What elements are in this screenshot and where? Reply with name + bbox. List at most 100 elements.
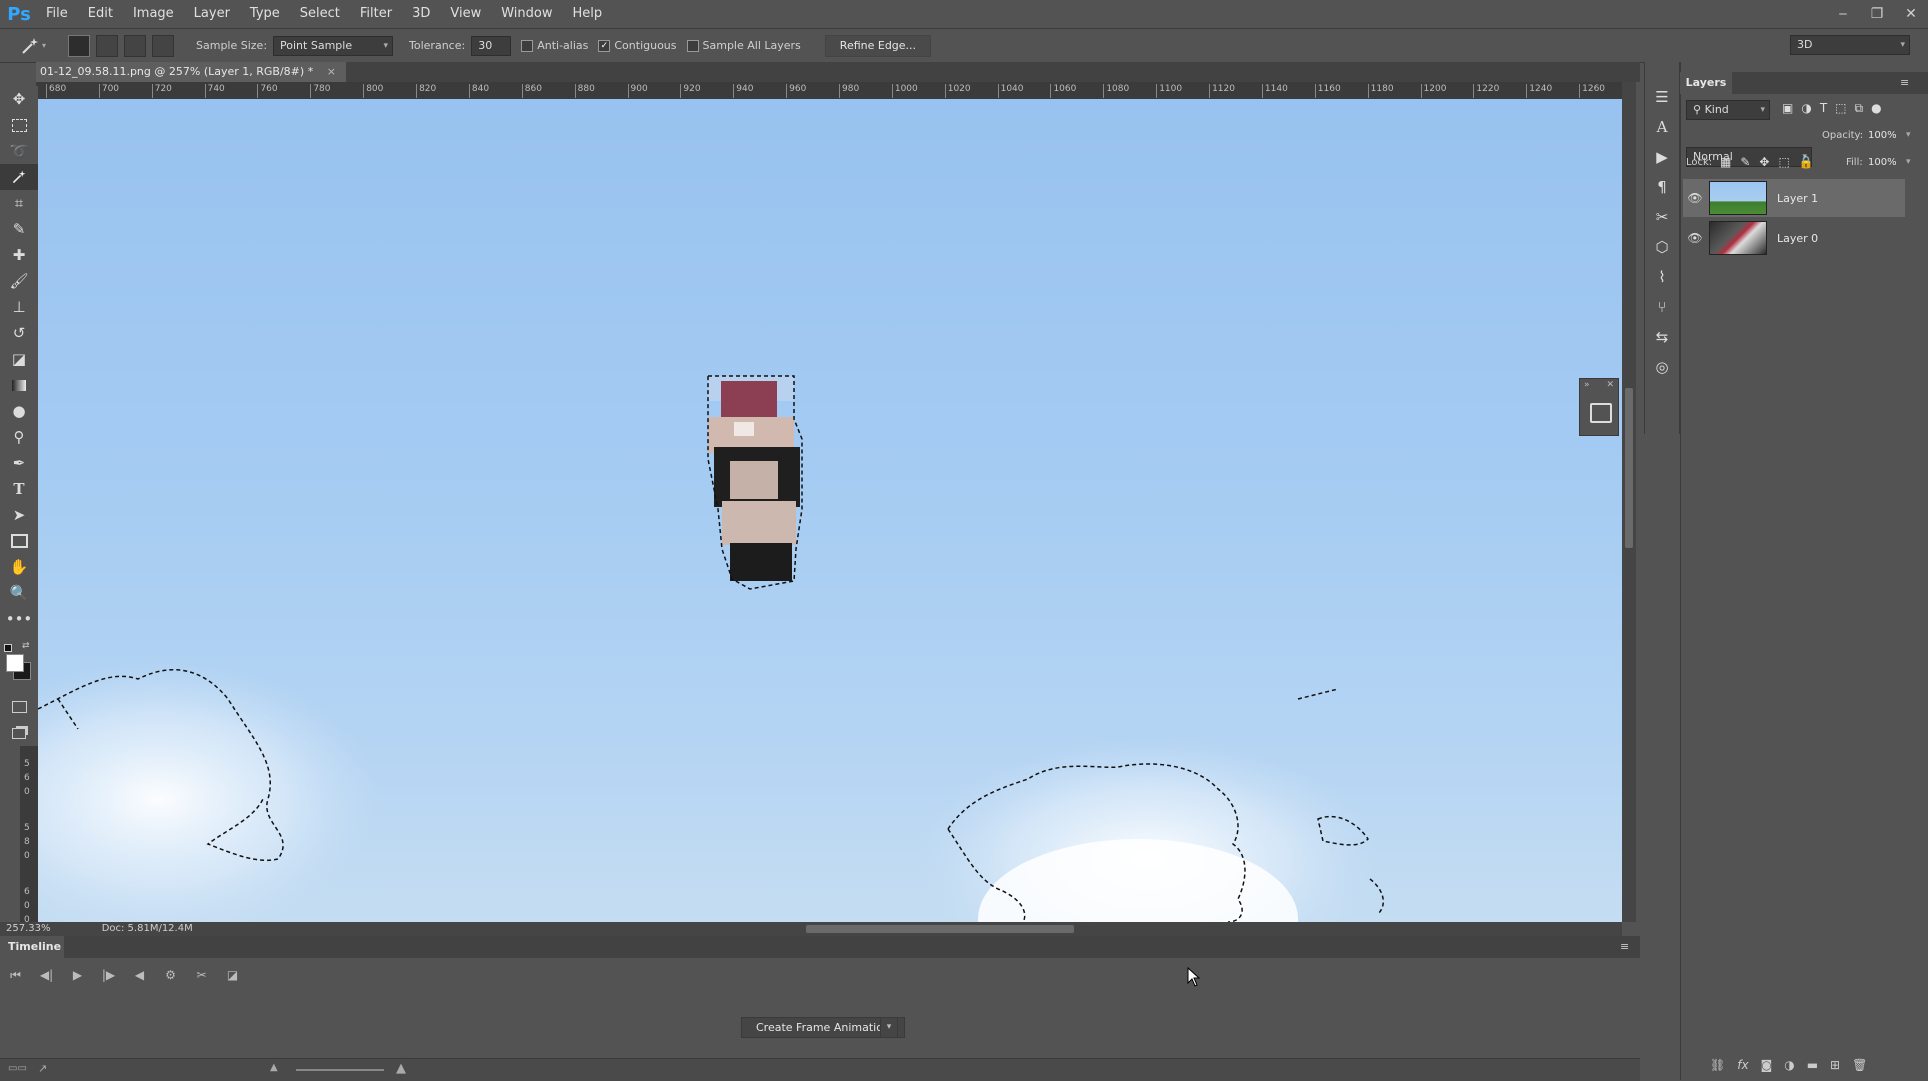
menu-help[interactable]: Help xyxy=(563,0,613,28)
foreground-color-swatch[interactable] xyxy=(6,654,24,672)
lock-all-icon[interactable]: 🔒 xyxy=(1799,155,1814,169)
zoom-slider[interactable] xyxy=(296,1069,384,1071)
marquee-tool[interactable] xyxy=(0,112,38,138)
smart-object-filter-icon[interactable]: ⧉ xyxy=(1855,101,1864,116)
sample-size-select[interactable]: Point Sample ▾ xyxy=(273,35,394,56)
menu-type[interactable]: Type xyxy=(240,0,290,28)
vertical-scroll-thumb[interactable] xyxy=(1625,388,1633,548)
eraser-tool[interactable]: ◪ xyxy=(0,346,38,372)
menu-file[interactable]: File xyxy=(36,0,78,28)
first-frame-icon[interactable]: ⏮ xyxy=(0,968,31,983)
healing-brush-tool[interactable]: ✚ xyxy=(0,242,38,268)
next-frame-icon[interactable]: |▶ xyxy=(93,968,124,982)
timeline-tab[interactable]: Timeline xyxy=(0,936,64,958)
layer-row[interactable]: 👁 Layer 1 xyxy=(1683,179,1905,217)
settings-icon[interactable]: ⚙ xyxy=(155,968,186,982)
restore-button[interactable]: ❐ xyxy=(1860,0,1894,28)
panel-menu-icon[interactable]: ≡ xyxy=(1620,940,1629,953)
sample-all-layers-checkbox[interactable]: Sample All Layers xyxy=(686,39,801,52)
document-canvas[interactable] xyxy=(38,99,1622,922)
type-tool[interactable]: T xyxy=(0,476,38,502)
fill-value[interactable]: 100% xyxy=(1868,157,1897,168)
panel-menu-icon[interactable]: ≡ xyxy=(1900,76,1909,89)
fx-icon[interactable]: fx xyxy=(1737,1058,1748,1072)
menu-edit[interactable]: Edit xyxy=(78,0,123,28)
tool-presets-icon[interactable]: ✂ xyxy=(1645,202,1679,232)
path-selection-tool[interactable]: ➤ xyxy=(0,502,38,528)
minimize-button[interactable]: ‒ xyxy=(1826,0,1860,28)
character-icon[interactable]: A xyxy=(1645,112,1679,142)
type-filter-icon[interactable]: T xyxy=(1820,101,1827,116)
rectangle-tool[interactable] xyxy=(0,528,38,554)
add-mask-icon[interactable]: ◙ xyxy=(1761,1058,1773,1072)
layers-tab[interactable]: Layers xyxy=(1680,72,1732,94)
hand-tool[interactable]: ✋ xyxy=(0,554,38,580)
paragraph-icon[interactable]: ¶ xyxy=(1645,172,1679,202)
actions-play-icon[interactable]: ▶ xyxy=(1645,142,1679,172)
zoom-in-icon[interactable]: ▲ xyxy=(396,1061,406,1076)
menu-view[interactable]: View xyxy=(440,0,491,28)
lock-position-icon[interactable]: ✥ xyxy=(1759,155,1769,169)
clone-stamp-tool[interactable]: ⊥ xyxy=(0,294,38,320)
new-group-icon[interactable]: ▬ xyxy=(1807,1058,1818,1072)
transition-icon[interactable]: ◪ xyxy=(217,968,248,982)
swap-colors-icon[interactable]: ⇄ xyxy=(22,641,30,651)
chevron-down-icon[interactable]: ▾ xyxy=(1906,157,1911,167)
adjustments-icon[interactable]: ⇆ xyxy=(1645,322,1679,352)
contiguous-checkbox[interactable]: ✓ Contiguous xyxy=(598,39,677,52)
eye-icon[interactable]: 👁 xyxy=(1683,191,1707,205)
brushes-icon[interactable]: ⑂ xyxy=(1645,292,1679,322)
document-tab[interactable]: 01-12_09.58.11.png @ 257% (Layer 1, RGB/… xyxy=(36,62,346,82)
adjustment-layer-icon[interactable]: ◑ xyxy=(1784,1058,1794,1072)
trash-icon[interactable]: 🗑 xyxy=(1852,1058,1867,1072)
eye-icon[interactable]: 👁 xyxy=(1683,231,1707,245)
menu-layer[interactable]: Layer xyxy=(184,0,240,28)
history-icon[interactable]: ☰ xyxy=(1645,82,1679,112)
close-icon[interactable]: ✕ xyxy=(1606,380,1614,390)
3d-cube-icon[interactable]: ⬡ xyxy=(1645,232,1679,262)
close-tab-icon[interactable]: × xyxy=(327,65,336,78)
pen-tool[interactable]: ✒ xyxy=(0,450,38,476)
lock-pixels-icon[interactable]: ✎ xyxy=(1740,155,1750,169)
frames-icon[interactable]: ▭▭ xyxy=(8,1063,27,1074)
quick-mask-button[interactable] xyxy=(0,694,38,720)
eyedropper-tool[interactable]: ✎ xyxy=(0,216,38,242)
history-brush-tool[interactable]: ↺ xyxy=(0,320,38,346)
filter-toggle-icon[interactable]: ● xyxy=(1871,101,1881,116)
move-tool[interactable]: ✥ xyxy=(0,86,38,112)
previous-frame-icon[interactable]: ◀| xyxy=(31,968,62,982)
zoom-out-icon[interactable]: ▲ xyxy=(270,1062,278,1073)
shape-filter-icon[interactable]: ⬚ xyxy=(1835,101,1846,116)
subtract-from-selection-button[interactable] xyxy=(124,34,146,57)
zoom-level[interactable]: 257.33% xyxy=(6,923,51,934)
crop-tool[interactable]: ⌗ xyxy=(0,190,38,216)
doc-size[interactable]: Doc: 5.81M/12.4M xyxy=(102,923,193,934)
audio-icon[interactable]: ◀ xyxy=(124,968,155,982)
blur-tool[interactable]: ● xyxy=(0,398,38,424)
dodge-tool[interactable]: ⚲ xyxy=(0,424,38,450)
gradient-tool[interactable] xyxy=(0,372,38,398)
horizontal-scroll-thumb[interactable] xyxy=(806,925,1074,933)
chevron-down-icon[interactable]: ▾ xyxy=(880,1017,898,1038)
magic-wand-preset-picker[interactable]: ▾ xyxy=(10,34,56,58)
collapse-icon[interactable]: » xyxy=(1584,380,1590,390)
magic-wand-tool[interactable] xyxy=(0,164,38,190)
lasso-tool[interactable]: ➰ xyxy=(0,138,38,164)
new-selection-button[interactable] xyxy=(68,34,90,57)
menu-window[interactable]: Window xyxy=(491,0,562,28)
new-layer-icon[interactable]: ⊞ xyxy=(1830,1058,1840,1072)
brush-tool[interactable]: 🖌 xyxy=(0,268,38,294)
layer-filter-select[interactable]: ⚲ Kind ▾ xyxy=(1686,100,1770,120)
color-swatches[interactable]: ⇄ xyxy=(4,641,34,682)
play-icon[interactable]: ▶ xyxy=(62,968,93,982)
pixel-filter-icon[interactable]: ▣ xyxy=(1782,101,1793,116)
menu-select[interactable]: Select xyxy=(290,0,350,28)
workspace-select[interactable]: 3D ▾ xyxy=(1790,35,1910,55)
screen-mode-button[interactable] xyxy=(0,720,38,746)
link-layers-icon[interactable]: ⛓ xyxy=(1710,1058,1725,1072)
more-tools-button[interactable]: ••• xyxy=(0,606,38,632)
refine-edge-button[interactable]: Refine Edge... xyxy=(824,34,932,57)
scissors-icon[interactable]: ✂ xyxy=(186,968,217,982)
intersect-selection-button[interactable] xyxy=(152,34,174,57)
chevron-down-icon[interactable]: ▾ xyxy=(1906,130,1911,140)
